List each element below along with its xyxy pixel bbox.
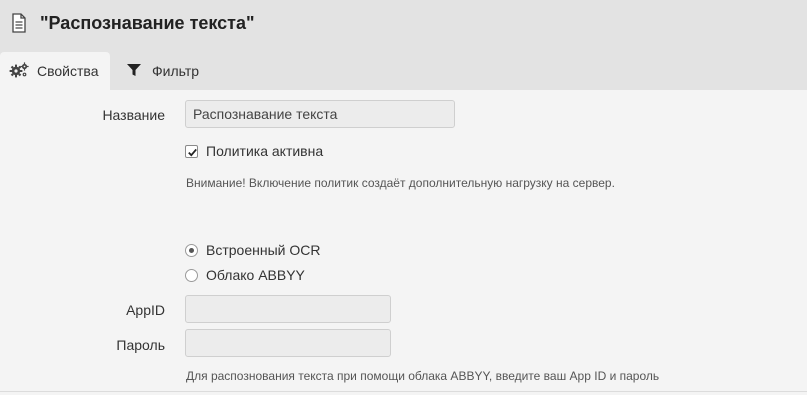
page-title: "Распознавание текста" [40,13,255,33]
radio-abbyy-cloud[interactable]: Облако ABBYY [185,267,305,283]
tab-properties[interactable]: Свойства [0,52,110,90]
tab-filter-label: Фильтр [152,63,200,79]
appid-label: AppID [126,302,165,318]
password-input[interactable] [185,329,391,357]
gears-icon [9,61,29,81]
radio-button[interactable] [185,268,198,282]
name-label: Название [102,107,165,123]
policy-editor: "Распознавание текста" Свойства Фильтр Н… [0,0,807,395]
password-label: Пароль [116,337,165,353]
tab-bar: Свойства Фильтр [0,50,807,90]
name-input[interactable] [185,100,455,128]
tab-properties-label: Свойства [37,63,99,79]
appid-input[interactable] [185,295,391,323]
document-icon [11,13,27,33]
policy-active-checkbox[interactable] [185,144,198,158]
policy-active-label: Политика активна [206,143,324,159]
filter-icon [126,63,142,80]
load-warning: Внимание! Включение политик создаёт допо… [186,176,615,190]
policy-active-checkbox-row[interactable]: Политика активна [185,143,323,159]
abbyy-hint: Для распознования текста при помощи обла… [186,369,660,383]
radio-button[interactable] [185,243,198,257]
radio-builtin-ocr-label: Встроенный OCR [206,242,321,258]
radio-abbyy-cloud-label: Облако ABBYY [206,267,305,283]
radio-builtin-ocr[interactable]: Встроенный OCR [185,242,320,258]
bottom-divider [0,391,807,392]
header: "Распознавание текста" [0,0,807,50]
tab-filter[interactable]: Фильтр [126,52,226,90]
